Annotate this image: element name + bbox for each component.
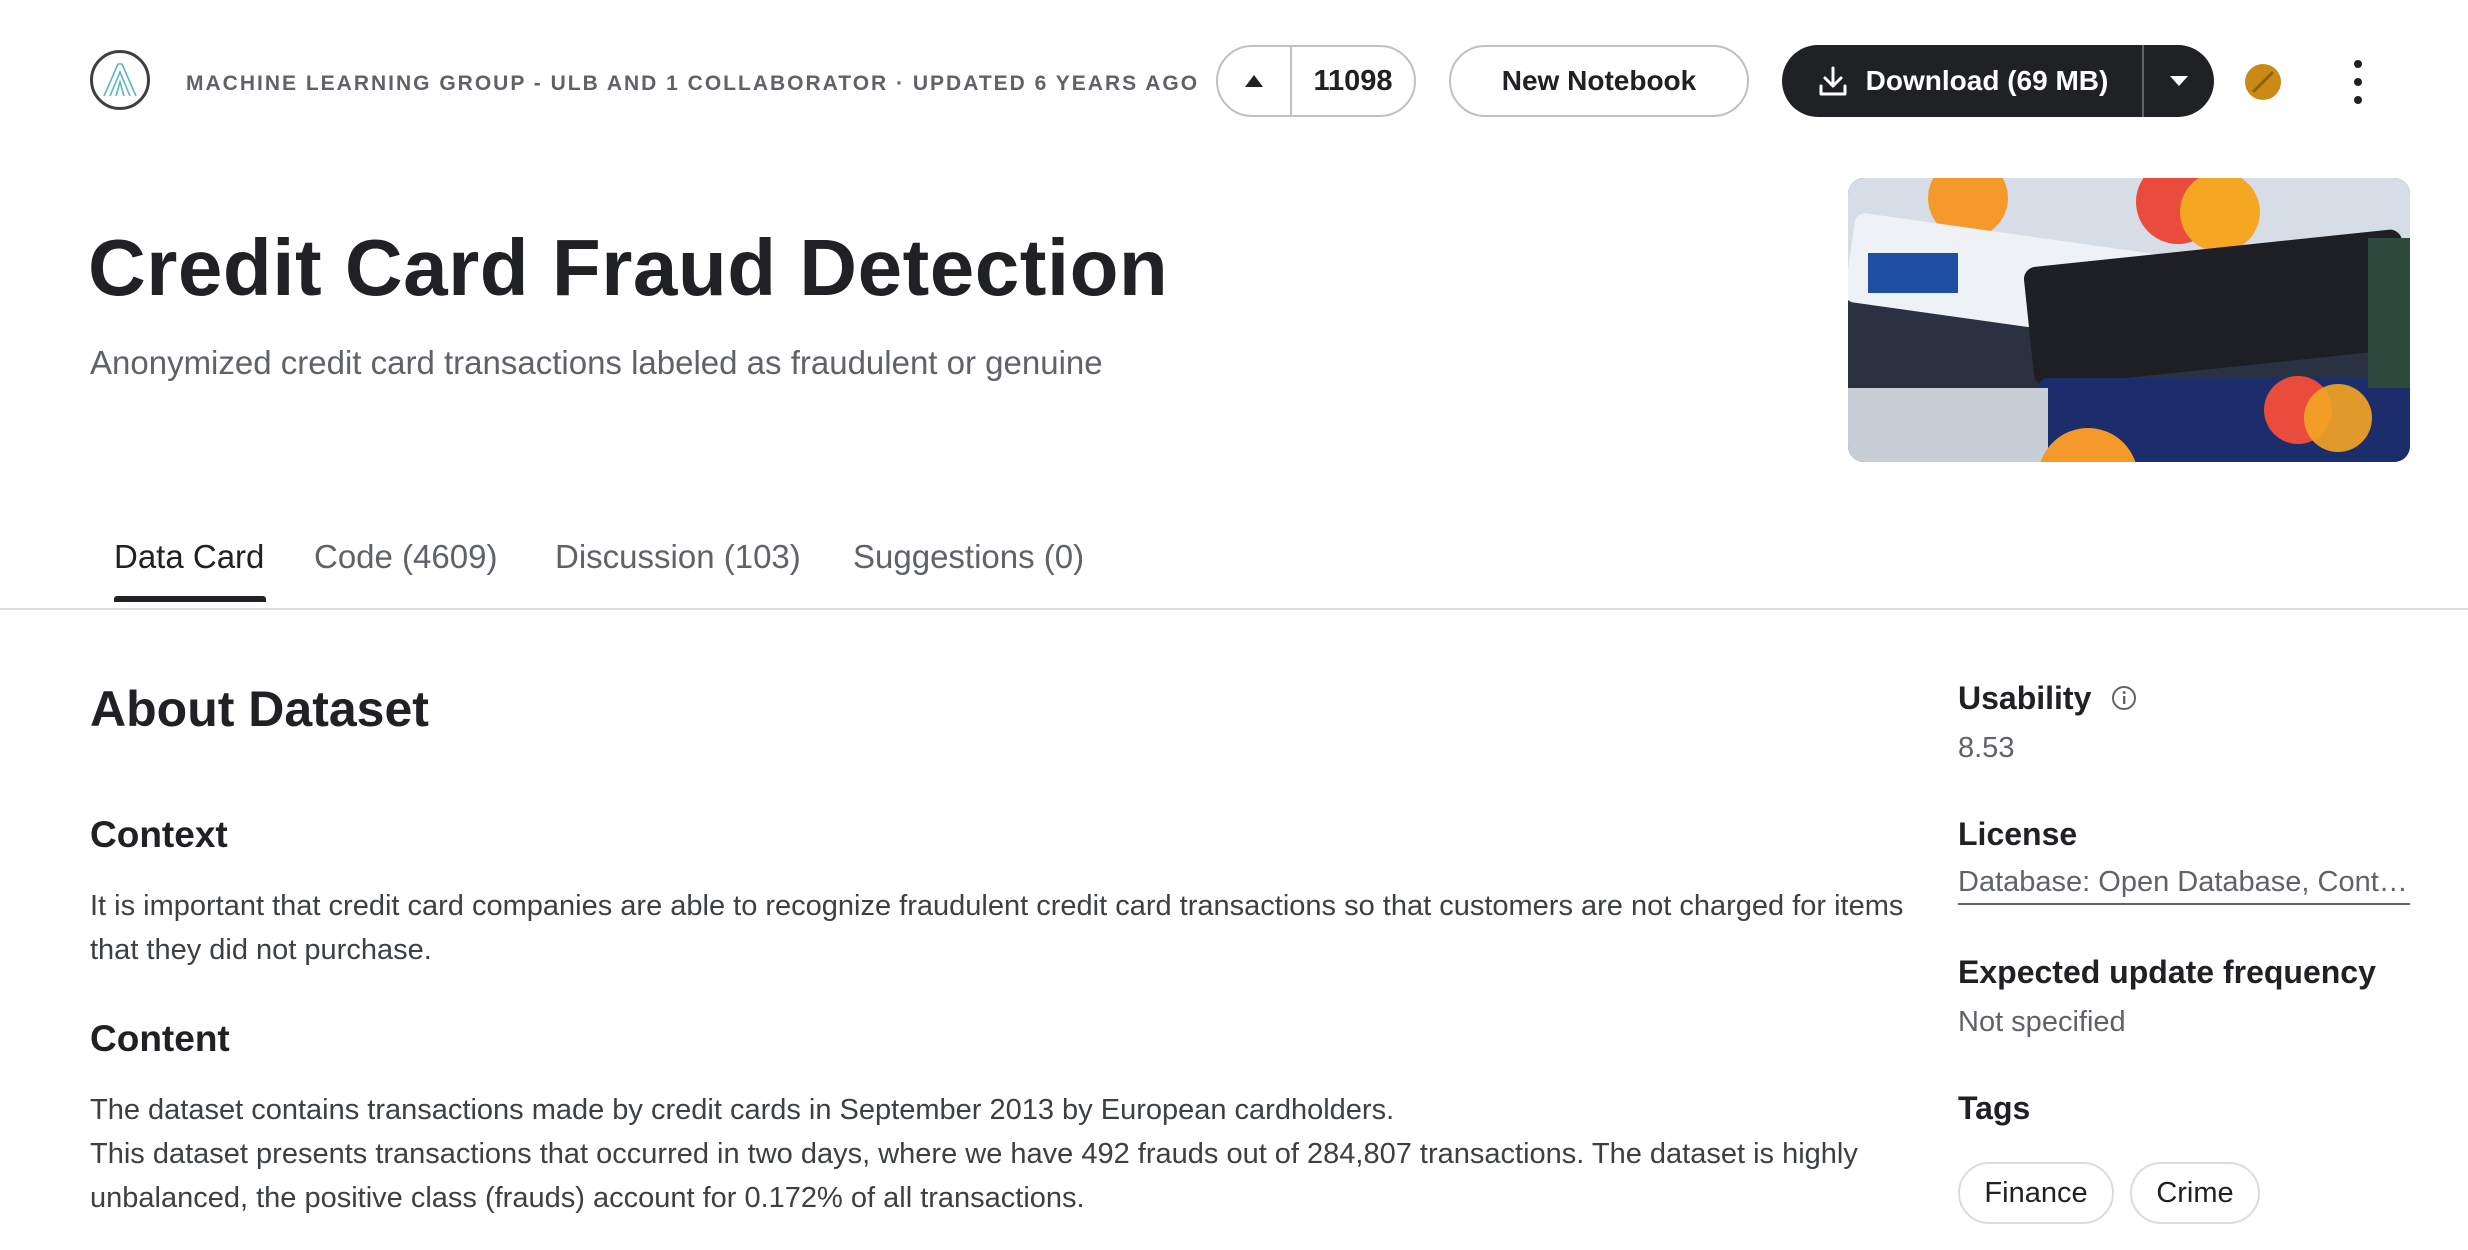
dataset-cover-image bbox=[1848, 178, 2410, 462]
license-label: License bbox=[1958, 816, 2078, 852]
tag-finance[interactable]: Finance bbox=[1958, 1162, 2114, 1224]
vote-widget: 11098 bbox=[1216, 45, 1416, 117]
vote-count: 11098 bbox=[1313, 64, 1393, 97]
new-notebook-button[interactable]: New Notebook bbox=[1449, 45, 1749, 117]
download-label: Download (69 MB) bbox=[1865, 65, 2109, 96]
tag-crime[interactable]: Crime bbox=[2130, 1162, 2260, 1224]
info-icon[interactable] bbox=[2110, 684, 2138, 712]
dataset-meta-line: MACHINE LEARNING GROUP - ULB AND 1 COLLA… bbox=[186, 72, 1200, 95]
more-options-button[interactable] bbox=[2346, 60, 2370, 104]
context-heading: Context bbox=[90, 814, 228, 855]
usability-label: Usability bbox=[1958, 680, 2092, 716]
active-tab-indicator bbox=[114, 596, 266, 602]
download-options-button[interactable] bbox=[2144, 45, 2214, 117]
logo-icon bbox=[103, 63, 137, 97]
about-dataset-heading: About Dataset bbox=[90, 681, 429, 737]
organization-logo[interactable] bbox=[90, 50, 150, 110]
download-icon bbox=[1819, 66, 1847, 96]
content-line-1: The dataset contains transactions made b… bbox=[90, 1094, 1395, 1126]
content-heading: Content bbox=[90, 1018, 230, 1059]
download-button-group: Download (69 MB) bbox=[1782, 45, 2214, 117]
upvote-arrow-icon bbox=[1245, 75, 1263, 87]
tab-suggestions[interactable]: Suggestions (0) bbox=[853, 538, 1084, 576]
usability-value: 8.53 bbox=[1958, 732, 2015, 764]
content-line-2: This dataset presents transactions that … bbox=[90, 1138, 1858, 1214]
tier-icon bbox=[2251, 70, 2275, 94]
page-subtitle: Anonymized credit card transactions labe… bbox=[90, 344, 1103, 381]
update-frequency-value: Not specified bbox=[1958, 1006, 2126, 1038]
tab-discussion[interactable]: Discussion (103) bbox=[555, 538, 801, 576]
download-button[interactable]: Download (69 MB) bbox=[1782, 45, 2142, 117]
tab-data-card[interactable]: Data Card bbox=[114, 538, 264, 576]
more-vertical-icon bbox=[2354, 60, 2362, 68]
tab-code[interactable]: Code (4609) bbox=[314, 538, 497, 576]
tags-label: Tags bbox=[1958, 1090, 2031, 1126]
context-text: It is important that credit card compani… bbox=[90, 890, 1904, 966]
caret-down-icon bbox=[2170, 76, 2188, 86]
content-text: The dataset contains transactions made b… bbox=[90, 1088, 1920, 1220]
page-title: Credit Card Fraud Detection bbox=[88, 223, 1169, 312]
update-frequency-label: Expected update frequency bbox=[1958, 954, 2376, 990]
tab-bar: Data Card Code (4609) Discussion (103) S… bbox=[0, 520, 2468, 610]
upvote-button[interactable] bbox=[1218, 47, 1292, 115]
license-link[interactable]: Database: Open Database, Contents: Datab… bbox=[1958, 866, 2410, 905]
user-tier-badge[interactable] bbox=[2245, 64, 2281, 100]
